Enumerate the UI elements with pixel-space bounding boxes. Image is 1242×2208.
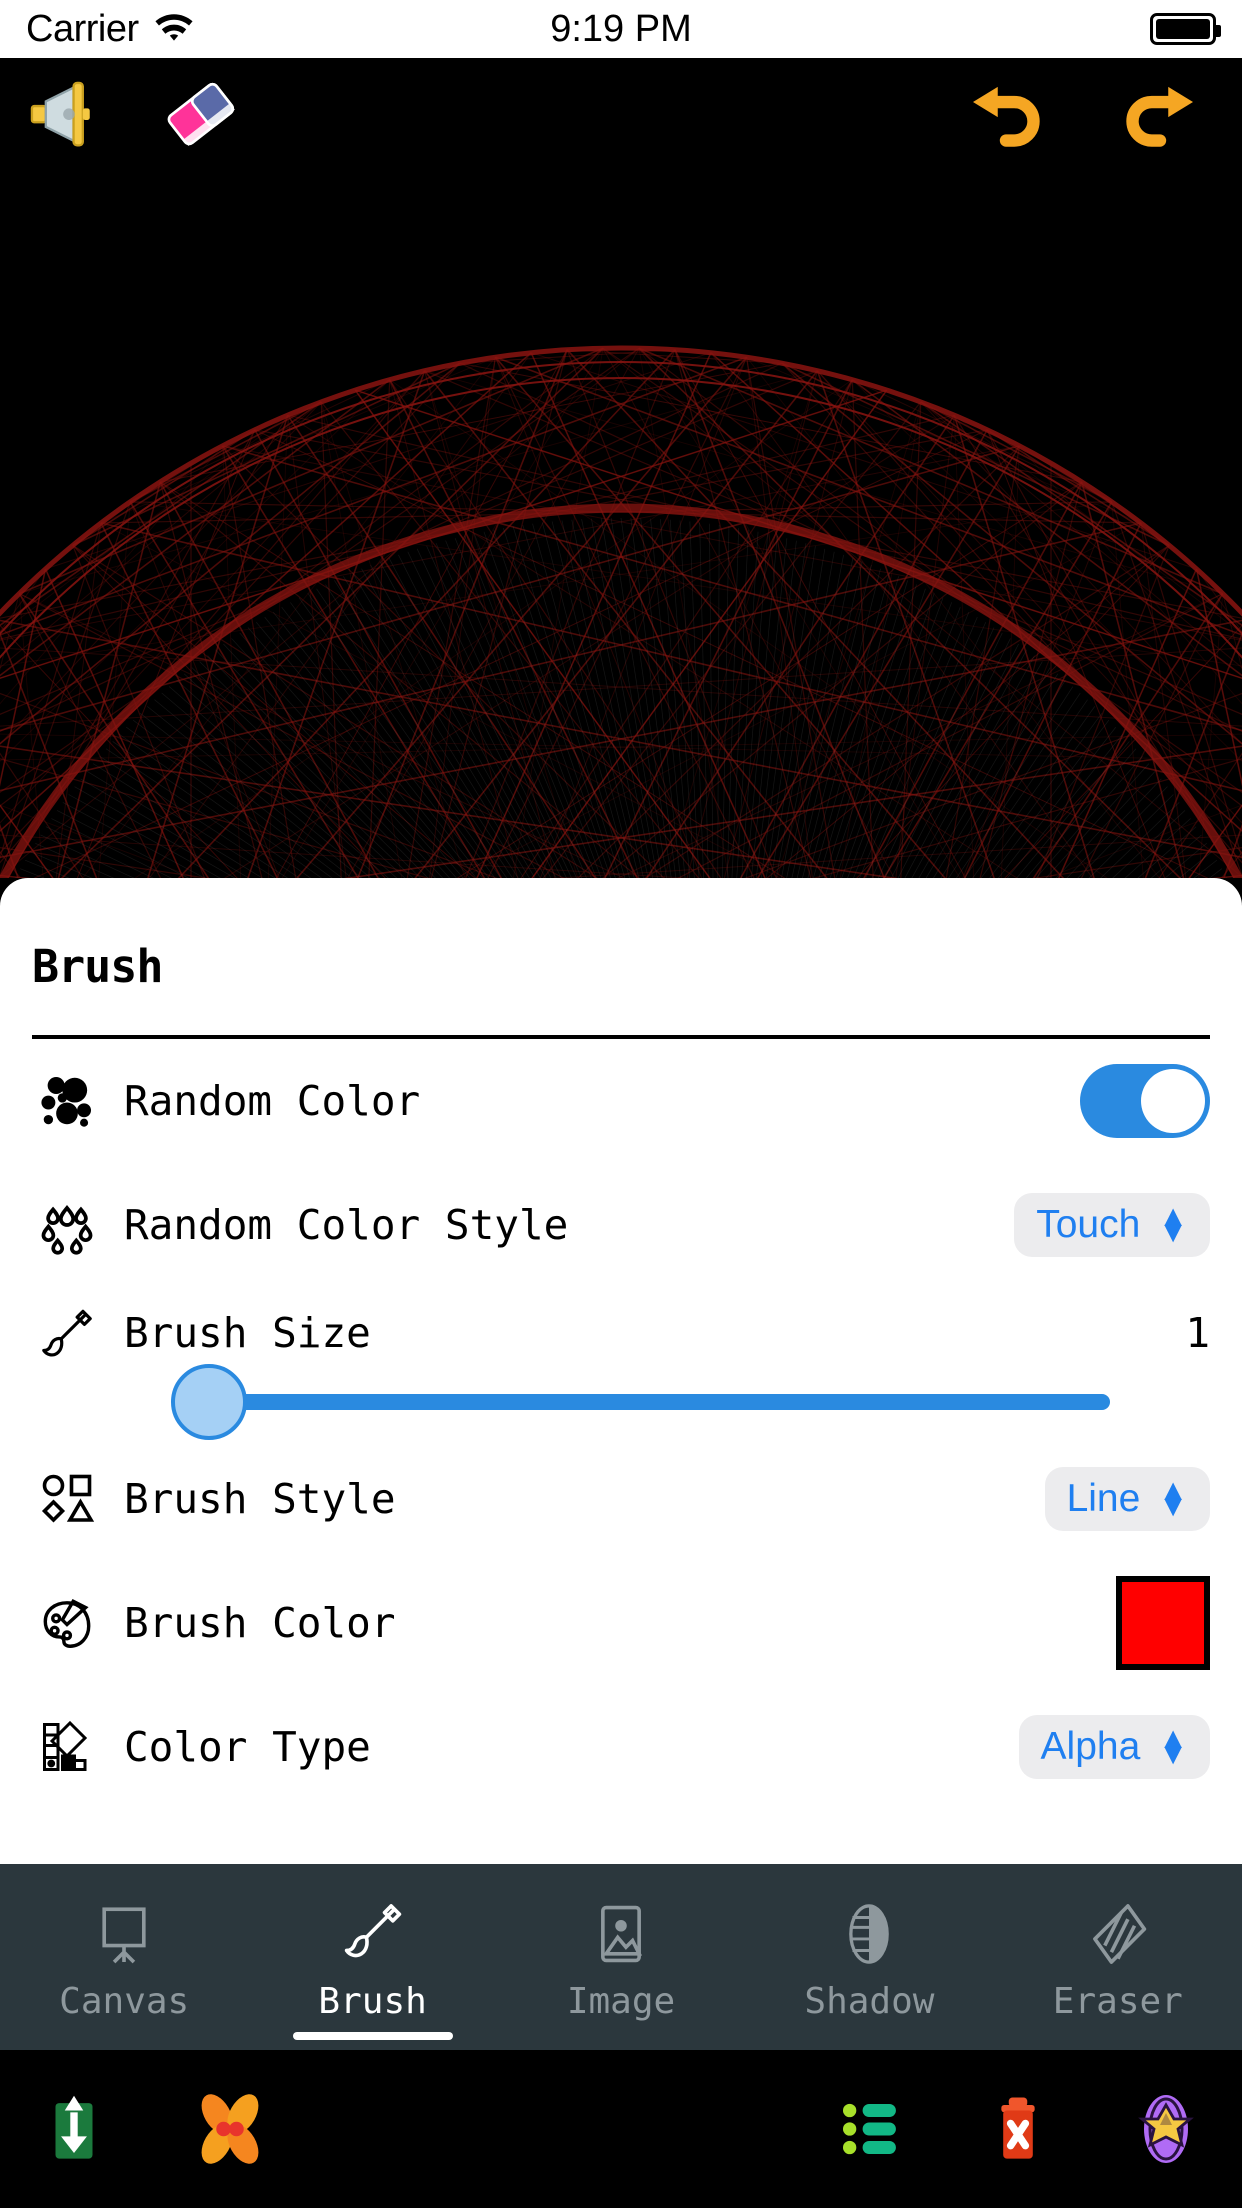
eraser-button[interactable]	[152, 65, 248, 161]
star-button[interactable]	[1112, 2075, 1220, 2183]
paintbrush-icon	[340, 1893, 406, 1967]
shapes-icon	[32, 1464, 102, 1534]
tab-label: Canvas	[59, 1980, 190, 2022]
save-button[interactable]	[20, 2075, 128, 2183]
delete-button[interactable]	[964, 2075, 1072, 2183]
battery-full-icon	[1150, 13, 1221, 45]
row-color-type[interactable]: Color Type Alpha ▲ ▼	[32, 1685, 1210, 1809]
brush-style-picker[interactable]: Line ▲ ▼	[1044, 1467, 1210, 1531]
brush-color-swatch[interactable]	[1116, 1576, 1210, 1670]
tab-label: Shadow	[804, 1980, 935, 2022]
tab-canvas[interactable]: Canvas	[0, 1864, 248, 2050]
row-brush-style[interactable]: Brush Style Line ▲ ▼	[32, 1437, 1210, 1561]
row-label: Color Type	[124, 1723, 371, 1771]
slider-thumb[interactable]	[170, 1364, 247, 1440]
picture-icon	[588, 1893, 654, 1967]
chevron-updown-icon: ▲ ▼	[1158, 1199, 1188, 1249]
brush-size-value: 1	[1185, 1309, 1210, 1357]
undo-button[interactable]	[958, 65, 1054, 161]
random-color-style-picker[interactable]: Touch ▲ ▼	[1014, 1193, 1210, 1257]
status-bar-left: Carrier	[26, 8, 195, 51]
status-bar: Carrier 9:19 PM	[0, 0, 1242, 58]
brush-size-slider[interactable]	[144, 1364, 1110, 1440]
row-brush-size[interactable]: Brush Size 1	[32, 1287, 1210, 1440]
tab-label: Eraser	[1052, 1980, 1183, 2022]
color-type-picker[interactable]: Alpha ▲ ▼	[1018, 1715, 1210, 1779]
row-brush-color[interactable]: Brush Color	[32, 1561, 1210, 1685]
shadow-sphere-icon	[836, 1893, 902, 1967]
paintbrush-icon	[32, 1301, 102, 1371]
tab-label: Image	[566, 1980, 676, 2022]
drawing-canvas[interactable]	[0, 58, 1242, 878]
toggle-knob	[1141, 1069, 1205, 1133]
row-label: Brush Color	[124, 1599, 396, 1647]
flower-button[interactable]	[176, 2075, 284, 2183]
tab-brush[interactable]: Brush	[248, 1864, 496, 2050]
picker-value: Alpha	[1040, 1725, 1141, 1768]
brush-settings-panel: Brush Random Color Random Color Style To…	[0, 878, 1242, 1864]
picker-value: Line	[1066, 1477, 1141, 1520]
palette-icon	[32, 1588, 102, 1658]
list-button[interactable]	[816, 2075, 924, 2183]
row-label: Random Color	[124, 1077, 421, 1125]
easel-icon	[91, 1893, 157, 1967]
random-color-toggle[interactable]	[1080, 1064, 1210, 1138]
color-swatches-icon	[32, 1712, 102, 1782]
row-label: Brush Style	[124, 1475, 396, 1523]
canvas-toolbar	[0, 58, 1242, 168]
chevron-updown-icon: ▲ ▼	[1158, 1721, 1188, 1771]
tab-eraser[interactable]: Eraser	[994, 1864, 1242, 2050]
bottom-toolbar	[0, 2050, 1242, 2208]
redo-button[interactable]	[1112, 65, 1208, 161]
eraser-diamond-icon	[1085, 1893, 1151, 1967]
row-random-color-style[interactable]: Random Color Style Touch ▲ ▼	[32, 1163, 1210, 1287]
row-random-color[interactable]: Random Color	[32, 1039, 1210, 1163]
picker-value: Touch	[1036, 1203, 1141, 1246]
tab-label: Brush	[318, 1980, 427, 2022]
droplet-flower-icon	[32, 1190, 102, 1260]
tab-shadow[interactable]: Shadow	[745, 1864, 993, 2050]
status-bar-right	[1150, 13, 1221, 45]
bottom-tab-bar: Canvas Brush Image Shadow Eraser	[0, 1864, 1242, 2050]
slider-track	[220, 1394, 1110, 1410]
wifi-icon	[153, 11, 195, 48]
row-label: Random Color Style	[124, 1201, 569, 1249]
canvas-artwork	[0, 345, 1242, 878]
chevron-updown-icon: ▲ ▼	[1158, 1473, 1188, 1523]
row-label: Brush Size	[124, 1309, 371, 1357]
carrier-label: Carrier	[26, 7, 139, 50]
dots-cluster-icon	[32, 1066, 102, 1136]
active-tab-underline	[292, 2032, 453, 2040]
panel-title: Brush	[32, 940, 163, 993]
tab-image[interactable]: Image	[497, 1864, 745, 2050]
megaphone-button[interactable]	[14, 65, 110, 161]
